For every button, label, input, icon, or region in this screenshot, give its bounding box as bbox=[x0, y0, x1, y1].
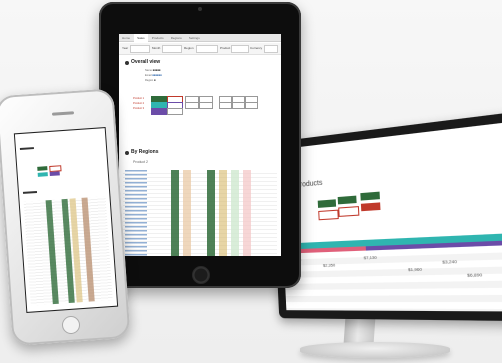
kpi-chip bbox=[49, 171, 60, 177]
tab-home[interactable]: Home bbox=[119, 34, 133, 42]
apply-button[interactable] bbox=[264, 45, 278, 53]
grid-cell: $1,960 bbox=[407, 266, 423, 273]
month-select[interactable] bbox=[162, 45, 182, 53]
bullet-icon bbox=[125, 61, 129, 65]
product-label: Product 3 bbox=[133, 107, 145, 110]
tab-nav: Home Sales Products Regions Settings bbox=[119, 34, 281, 42]
meta-region: Region ■ bbox=[145, 79, 156, 82]
column-highlight bbox=[231, 170, 239, 256]
filter-year: Year bbox=[122, 46, 129, 50]
product-label: Product 1 bbox=[133, 97, 145, 100]
kpi-chip bbox=[37, 172, 48, 177]
kpi-chip bbox=[185, 102, 199, 109]
monitor-screen: Products $4,500 $2,350 $7,130 $1,960 $3,… bbox=[278, 122, 502, 312]
grid-cell: $6,890 bbox=[466, 271, 483, 278]
meta-name: Name ■■■■■ bbox=[145, 69, 161, 72]
kpi-chip bbox=[199, 102, 213, 109]
filter-product: Product bbox=[220, 46, 231, 50]
tab-settings[interactable]: Settings bbox=[186, 34, 203, 42]
monitor: Products $4,500 $2,350 $7,130 $1,960 $3,… bbox=[270, 112, 502, 322]
filter-region: Region bbox=[184, 46, 194, 50]
column-highlight bbox=[183, 170, 191, 256]
home-button[interactable] bbox=[192, 266, 210, 284]
filter-month: Month bbox=[152, 46, 161, 50]
camera-dot bbox=[198, 7, 202, 11]
data-grid: $4,500 $2,350 $7,130 $1,960 $3,240 $6,89… bbox=[283, 245, 502, 312]
filter-currency: Currency bbox=[250, 46, 263, 50]
tablet-screen: Home Sales Products Regions Settings Yea… bbox=[119, 34, 281, 256]
filter-bar: Year Month Region Product Currency bbox=[119, 43, 281, 55]
kpi-tile bbox=[317, 199, 337, 208]
section-title bbox=[19, 147, 34, 151]
monitor-foot bbox=[300, 342, 450, 358]
year-select[interactable] bbox=[130, 45, 150, 53]
region-links[interactable] bbox=[125, 170, 147, 256]
kpi-chip bbox=[245, 102, 258, 109]
column-highlight bbox=[243, 170, 251, 256]
kpi-chip bbox=[219, 102, 232, 109]
tab-sales[interactable]: Sales bbox=[134, 34, 148, 42]
kpi-tile bbox=[338, 206, 360, 217]
grid-cell: $2,350 bbox=[322, 262, 336, 268]
section-title bbox=[22, 190, 38, 194]
column-highlight bbox=[219, 170, 227, 256]
product-label: Product 2 bbox=[133, 102, 145, 105]
phone-screen bbox=[13, 127, 119, 313]
grid-cell: $3,240 bbox=[442, 258, 458, 265]
section-title: Overall view bbox=[131, 59, 161, 65]
column-highlight bbox=[207, 170, 215, 256]
product-select[interactable] bbox=[231, 45, 249, 53]
section-title: By Regions bbox=[131, 149, 159, 155]
meta-email: Email ■■■■■■ bbox=[145, 74, 162, 77]
kpi-chip bbox=[37, 166, 48, 171]
kpi-chip bbox=[167, 108, 183, 115]
subsection-label: Product 2 bbox=[133, 160, 148, 164]
bullet-icon bbox=[125, 151, 129, 155]
column-highlight bbox=[171, 170, 179, 256]
kpi-tile bbox=[337, 195, 357, 205]
kpi-tile bbox=[318, 209, 339, 221]
tab-regions[interactable]: Regions bbox=[168, 34, 185, 42]
kpi-tile bbox=[360, 191, 380, 201]
kpi-chip bbox=[151, 108, 167, 115]
kpi-chip bbox=[232, 102, 245, 109]
tab-products[interactable]: Products bbox=[149, 34, 167, 42]
grid-cell: $7,130 bbox=[363, 254, 377, 261]
kpi-tile bbox=[360, 202, 381, 212]
region-select[interactable] bbox=[196, 45, 218, 53]
